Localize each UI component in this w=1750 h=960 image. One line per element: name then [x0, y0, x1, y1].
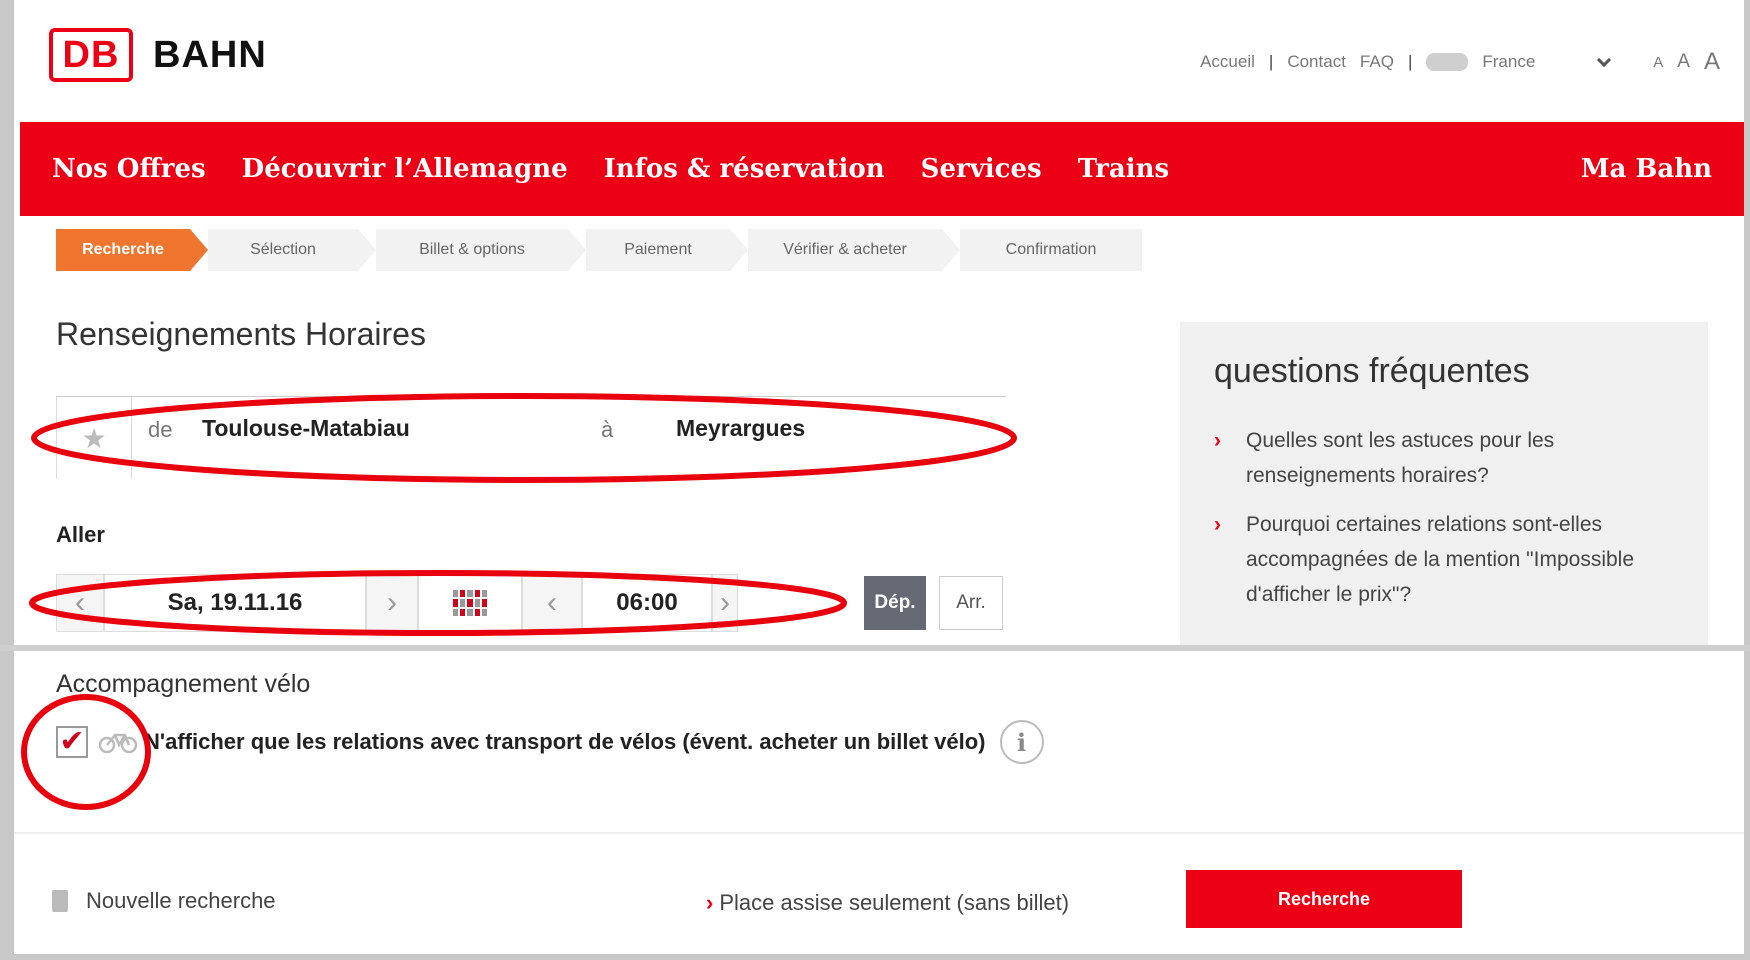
step-search: Recherche — [56, 229, 208, 271]
nav-item-services[interactable]: Services — [921, 154, 1042, 184]
country-selector[interactable]: France — [1482, 52, 1535, 72]
new-search-label: Nouvelle recherche — [86, 888, 276, 913]
bike-option-row: ✔ N'afficher que les relations avec tran… — [56, 720, 1044, 764]
seat-only-link[interactable]: › Place assise seulement (sans billet) — [706, 890, 1069, 916]
nav-item-discover-germany[interactable]: Découvrir l’Allemagne — [242, 154, 568, 184]
bike-checkbox-label[interactable]: N'afficher que les relations avec transp… — [144, 729, 986, 755]
separator: | — [1268, 52, 1274, 71]
chevron-right-icon: › — [1214, 429, 1221, 452]
from-label: de — [148, 417, 173, 442]
nav-item-trains[interactable]: Trains — [1078, 154, 1169, 184]
to-label: à — [601, 417, 614, 442]
chevron-down-icon[interactable] — [1597, 52, 1612, 68]
bicycle-icon — [98, 730, 138, 754]
date-input[interactable]: Sa, 19.11.16 — [104, 574, 366, 632]
faq-title: questions fréquentes — [1214, 352, 1530, 390]
faq-item[interactable]: › Pourquoi certaines relations sont-elles… — [1214, 507, 1674, 612]
separator: | — [1407, 52, 1413, 71]
chevron-right-icon: › — [706, 890, 714, 915]
step-selection: Sélection — [208, 229, 376, 271]
route-input-row: ★ de Toulouse-Matabiau à Meyrargues — [56, 396, 1006, 479]
new-search-link[interactable]: Nouvelle recherche — [52, 888, 276, 914]
calendar-icon — [453, 590, 487, 616]
meta-navigation: Accueil | Contact FAQ | France A A A — [1200, 48, 1720, 76]
page-title: Renseignements Horaires — [56, 316, 426, 352]
faq-item[interactable]: › Quelles sont les astuces pour les rense… — [1214, 423, 1674, 493]
db-bahn-logo[interactable]: DB BAHN — [49, 28, 267, 82]
nav-item-info-booking[interactable]: Infos & réservation — [604, 154, 885, 184]
date-value: Sa, 19.11.16 — [167, 589, 303, 616]
previous-day-button[interactable]: ‹ — [56, 574, 104, 632]
departure-toggle-button[interactable]: Dép. — [864, 576, 926, 630]
screenshot-seam — [0, 645, 1750, 651]
step-ticket-options: Billet & options — [376, 229, 586, 271]
bike-section-title: Accompagnement vélo — [56, 670, 311, 698]
date-time-row: ‹ Sa, 19.11.16 › ‹ 06:00 › — [56, 574, 738, 632]
font-size-large[interactable]: A — [1704, 48, 1720, 76]
faq-panel: questions fréquentes › Quelles sont les a… — [1180, 322, 1708, 645]
calendar-button[interactable] — [418, 574, 522, 632]
trash-icon — [52, 890, 68, 912]
arrival-toggle-button[interactable]: Arr. — [939, 576, 1003, 630]
outbound-label: Aller — [56, 522, 105, 547]
time-value: 06:00 — [616, 589, 678, 616]
logo-text: BAHN — [153, 33, 267, 76]
bike-transport-checkbox[interactable]: ✔ — [56, 726, 88, 758]
step-confirmation: Confirmation — [960, 229, 1142, 271]
globe-icon — [1426, 53, 1469, 71]
nav-item-my-bahn[interactable]: Ma Bahn — [1581, 154, 1712, 184]
font-size-medium[interactable]: A — [1677, 51, 1690, 73]
favorite-star-icon[interactable]: ★ — [56, 397, 132, 479]
info-icon[interactable]: i — [999, 720, 1044, 764]
faq-item-text: Pourquoi certaines relations sont-elles … — [1246, 513, 1635, 606]
window-frame-left — [0, 0, 14, 960]
meta-link-contact[interactable]: Contact — [1287, 52, 1346, 72]
section-divider — [14, 832, 1744, 834]
to-station-input[interactable]: Meyrargues — [676, 415, 805, 442]
faq-item-text: Quelles sont les astuces pour les rensei… — [1246, 429, 1555, 487]
seat-only-label: Place assise seulement (sans billet) — [719, 890, 1070, 915]
next-day-button[interactable]: › — [366, 574, 418, 632]
time-input[interactable]: 06:00 — [582, 574, 712, 632]
main-navigation: Nos Offres Découvrir l’Allemagne Infos &… — [20, 122, 1744, 216]
from-station-input[interactable]: Toulouse-Matabiau — [202, 415, 410, 442]
step-verify-buy: Vérifier & acheter — [748, 229, 960, 271]
checkmark-icon: ✔ — [59, 725, 85, 758]
chevron-left-icon: ‹ — [547, 586, 557, 619]
window-frame-bottom — [0, 954, 1750, 960]
search-button[interactable]: Recherche — [1186, 870, 1462, 928]
font-size-small[interactable]: A — [1653, 54, 1663, 71]
meta-link-home[interactable]: Accueil — [1200, 52, 1255, 72]
chevron-right-icon: › — [387, 586, 397, 619]
meta-link-faq[interactable]: FAQ — [1360, 52, 1394, 72]
step-payment: Paiement — [586, 229, 748, 271]
earlier-time-button[interactable]: ‹ — [522, 574, 582, 632]
booking-progress-steps: Recherche Sélection Billet & options Pai… — [56, 229, 1160, 271]
chevron-left-icon: ‹ — [75, 586, 85, 619]
window-frame-right — [1744, 0, 1750, 960]
chevron-right-icon: › — [1214, 513, 1221, 536]
nav-item-offers[interactable]: Nos Offres — [52, 154, 206, 184]
db-logo-mark: DB — [49, 28, 133, 82]
chevron-right-icon: › — [720, 586, 730, 619]
later-time-button[interactable]: › — [712, 574, 738, 632]
